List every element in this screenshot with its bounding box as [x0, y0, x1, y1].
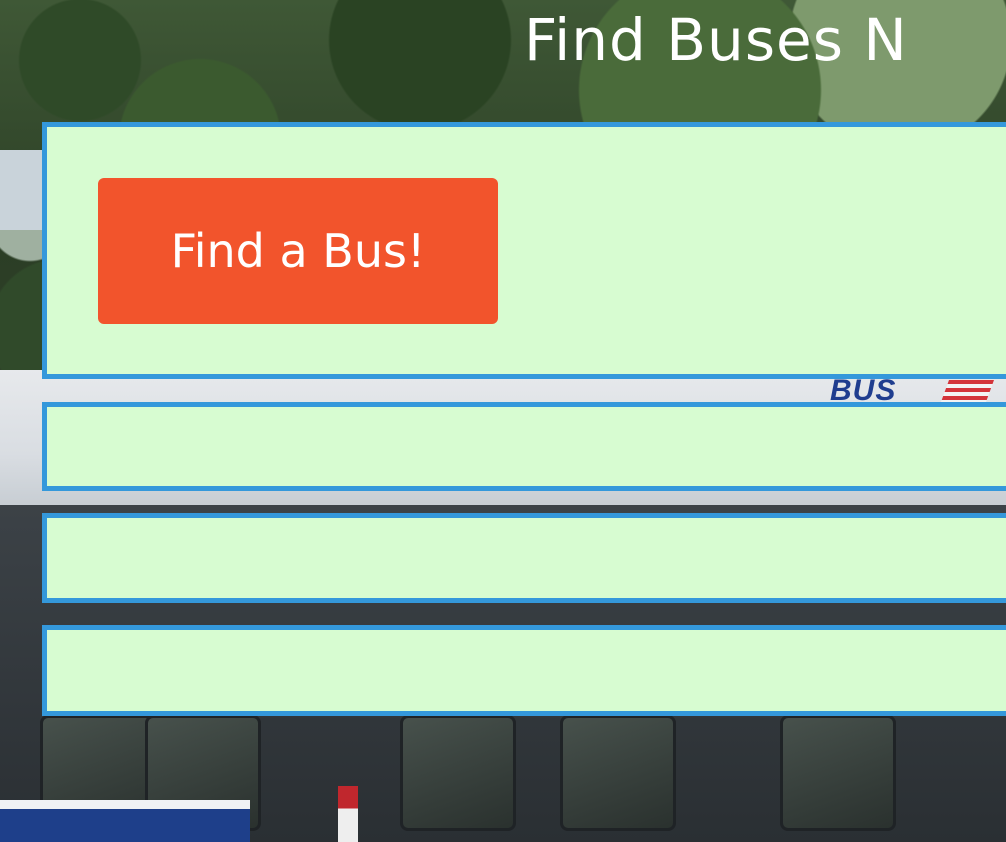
result-panel: [42, 513, 1006, 603]
bus-window: [560, 715, 676, 831]
flag-decal: [940, 380, 995, 402]
page-title: Find Buses N: [524, 6, 908, 74]
find-bus-button[interactable]: Find a Bus!: [98, 178, 498, 324]
main-panel: Find a Bus!: [42, 122, 1006, 379]
sky-patch: [0, 150, 45, 230]
bus-sticker: [338, 786, 358, 842]
result-panel: [42, 402, 1006, 491]
bus-window: [780, 715, 896, 831]
bus-window: [400, 715, 516, 831]
bus-stripe: [0, 800, 250, 842]
result-panel: [42, 625, 1006, 716]
